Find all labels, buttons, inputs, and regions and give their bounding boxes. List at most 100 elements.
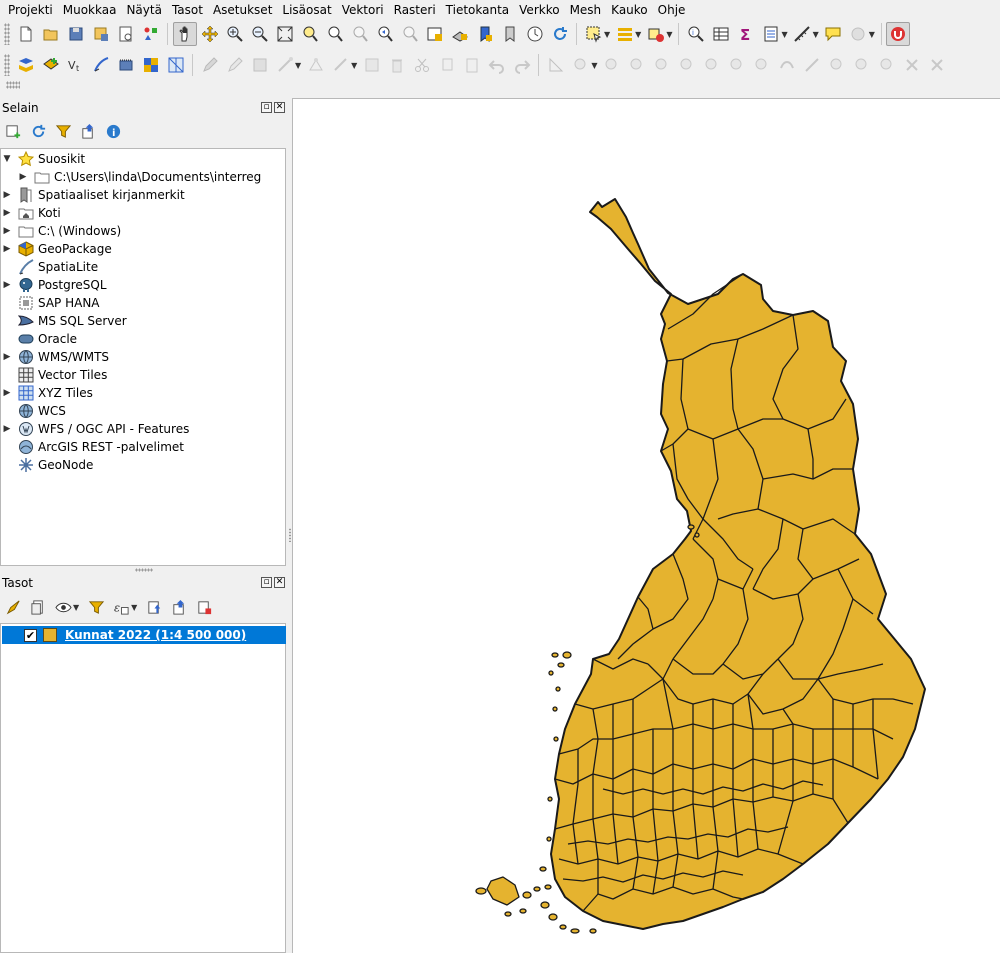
add-spatialite-layer-icon[interactable] (89, 53, 113, 77)
save-project-icon[interactable] (64, 22, 88, 46)
layer-symbol-swatch[interactable] (43, 628, 57, 642)
new-bookmark-icon[interactable] (473, 22, 497, 46)
expand-caret-icon[interactable]: ▼ (1, 154, 13, 164)
style-manager-icon[interactable] (139, 22, 163, 46)
cut-features-icon[interactable] (410, 53, 434, 77)
manage-visibility-icon[interactable] (54, 598, 73, 617)
paste-features-icon[interactable] (460, 53, 484, 77)
select-features-icon[interactable] (582, 22, 606, 46)
text-annotation-icon[interactable] (846, 22, 870, 46)
copy-features-icon[interactable] (435, 53, 459, 77)
deselect-all-icon[interactable] (644, 22, 668, 46)
new-3d-view-icon[interactable] (448, 22, 472, 46)
menu-projekti[interactable]: Projekti (3, 1, 58, 19)
refresh-icon[interactable] (548, 22, 572, 46)
redo-icon[interactable] (510, 53, 534, 77)
float-panel-icon[interactable]: ▫ (261, 102, 272, 113)
new-map-view-icon[interactable] (423, 22, 447, 46)
delete-selected-icon[interactable] (385, 53, 409, 77)
tree-item-xyz-tiles[interactable]: ▶ XYZ Tiles (1, 384, 285, 402)
tree-item-wms-wmts[interactable]: ▶ WMS/WMTS (1, 348, 285, 366)
fill-ring-icon[interactable] (700, 53, 724, 77)
add-group-icon[interactable] (29, 598, 48, 617)
data-source-manager-icon[interactable] (14, 53, 38, 77)
measure-dropdown-icon[interactable]: ▼ (813, 30, 819, 39)
print-layout-icon[interactable] (114, 22, 138, 46)
expression-dropdown-icon[interactable]: ▼ (131, 603, 137, 612)
merge-features-icon[interactable] (850, 53, 874, 77)
tree-item-postgresql[interactable]: ▶ PostgreSQL (1, 276, 285, 294)
close-panel-icon[interactable]: ✕ (274, 577, 285, 588)
statistics-dropdown-icon[interactable]: ▼ (781, 30, 787, 39)
zoom-layer-icon[interactable] (323, 22, 347, 46)
undo-icon[interactable] (485, 53, 509, 77)
add-raster-layer-icon[interactable] (139, 53, 163, 77)
add-part-icon[interactable] (675, 53, 699, 77)
toggle-editing-icon[interactable] (223, 53, 247, 77)
menu-lisaosat[interactable]: Lisäosat (277, 1, 336, 19)
add-selected-layers-icon[interactable] (4, 122, 23, 141)
collapsed-caret-icon[interactable]: ▶ (1, 388, 13, 398)
zoom-full-icon[interactable] (273, 22, 297, 46)
visibility-dropdown-icon[interactable]: ▼ (73, 603, 79, 612)
toolbar-handle[interactable] (4, 54, 10, 76)
layer-row-kunnat-2022[interactable]: ✔ Kunnat 2022 (1:4 500 000) (2, 626, 286, 644)
merge-attributes-icon[interactable] (875, 53, 899, 77)
layer-visibility-checkbox[interactable]: ✔ (24, 628, 37, 642)
close-panel-icon[interactable]: ✕ (274, 102, 285, 113)
field-calculator-icon[interactable]: Σ (734, 22, 758, 46)
collapsed-caret-icon[interactable]: ▶ (1, 244, 13, 254)
add-vector-layer-icon[interactable] (39, 53, 63, 77)
split-features-icon[interactable] (800, 53, 824, 77)
tree-item-geonode[interactable]: GeoNode (1, 456, 285, 474)
zoom-in-icon[interactable] (223, 22, 247, 46)
vertex-tool-icon[interactable] (304, 53, 328, 77)
statistics-icon[interactable] (759, 22, 783, 46)
menu-verkko[interactable]: Verkko (514, 1, 564, 19)
offset-point-symbols-icon[interactable] (925, 53, 949, 77)
properties-info-icon[interactable]: i (104, 122, 123, 141)
delete-part-icon[interactable] (750, 53, 774, 77)
attribute-table-icon[interactable] (709, 22, 733, 46)
panel-splitter[interactable] (135, 568, 153, 572)
collapse-all-icon[interactable] (79, 122, 98, 141)
multi-edit-icon[interactable] (329, 53, 353, 77)
tree-item-sap-hana[interactable]: SAP HANA (1, 294, 285, 312)
new-project-icon[interactable] (14, 22, 38, 46)
tree-item-suosikit[interactable]: ▼ Suosikit (1, 150, 285, 168)
deselect-dropdown-icon[interactable]: ▼ (666, 30, 672, 39)
tree-item-mssql[interactable]: MS SQL Server (1, 312, 285, 330)
menu-tasot[interactable]: Tasot (167, 1, 208, 19)
simplify-icon[interactable] (625, 53, 649, 77)
select-value-dropdown-icon[interactable]: ▼ (635, 30, 641, 39)
tree-item-arcgis-rest[interactable]: ArcGIS REST -palvelimet (1, 438, 285, 456)
collapsed-caret-icon[interactable]: ▶ (1, 190, 13, 200)
menu-muokkaa[interactable]: Muokkaa (58, 1, 122, 19)
tree-item-geopackage[interactable]: ▶ GeoPackage (1, 240, 285, 258)
offset-curve-icon[interactable] (600, 53, 624, 77)
tree-item-oracle[interactable]: Oracle (1, 330, 285, 348)
refresh-browser-icon[interactable] (29, 122, 48, 141)
select-by-value-icon[interactable] (613, 22, 637, 46)
advanced-digitizing-icon[interactable] (544, 53, 568, 77)
expand-all-icon[interactable] (145, 598, 164, 617)
tree-item-interreg-folder[interactable]: ▶ C:\Users\linda\Documents\interreg (1, 168, 285, 186)
add-ring-icon[interactable] (650, 53, 674, 77)
tree-item-c-drive[interactable]: ▶ C:\ (Windows) (1, 222, 285, 240)
measure-line-icon[interactable] (790, 22, 814, 46)
magnet-snapping-icon[interactable] (886, 22, 911, 46)
map-tips-icon[interactable] (821, 22, 845, 46)
tree-item-wfs-ogc[interactable]: ▶ WFS / OGC API - Features (1, 420, 285, 438)
vertical-splitter[interactable] (287, 98, 291, 953)
collapsed-caret-icon[interactable]: ▶ (1, 352, 13, 362)
modify-attributes-icon[interactable] (360, 53, 384, 77)
collapsed-caret-icon[interactable]: ▶ (1, 226, 13, 236)
menu-asetukset[interactable]: Asetukset (208, 1, 277, 19)
tree-item-koti[interactable]: ▶ Koti (1, 204, 285, 222)
collapsed-caret-icon[interactable]: ▶ (1, 280, 13, 290)
tree-item-wcs[interactable]: WCS (1, 402, 285, 420)
map-canvas[interactable] (292, 98, 1000, 953)
collapsed-caret-icon[interactable]: ▶ (1, 424, 13, 434)
identify-features-icon[interactable]: i (684, 22, 708, 46)
tree-item-vector-tiles[interactable]: Vector Tiles (1, 366, 285, 384)
